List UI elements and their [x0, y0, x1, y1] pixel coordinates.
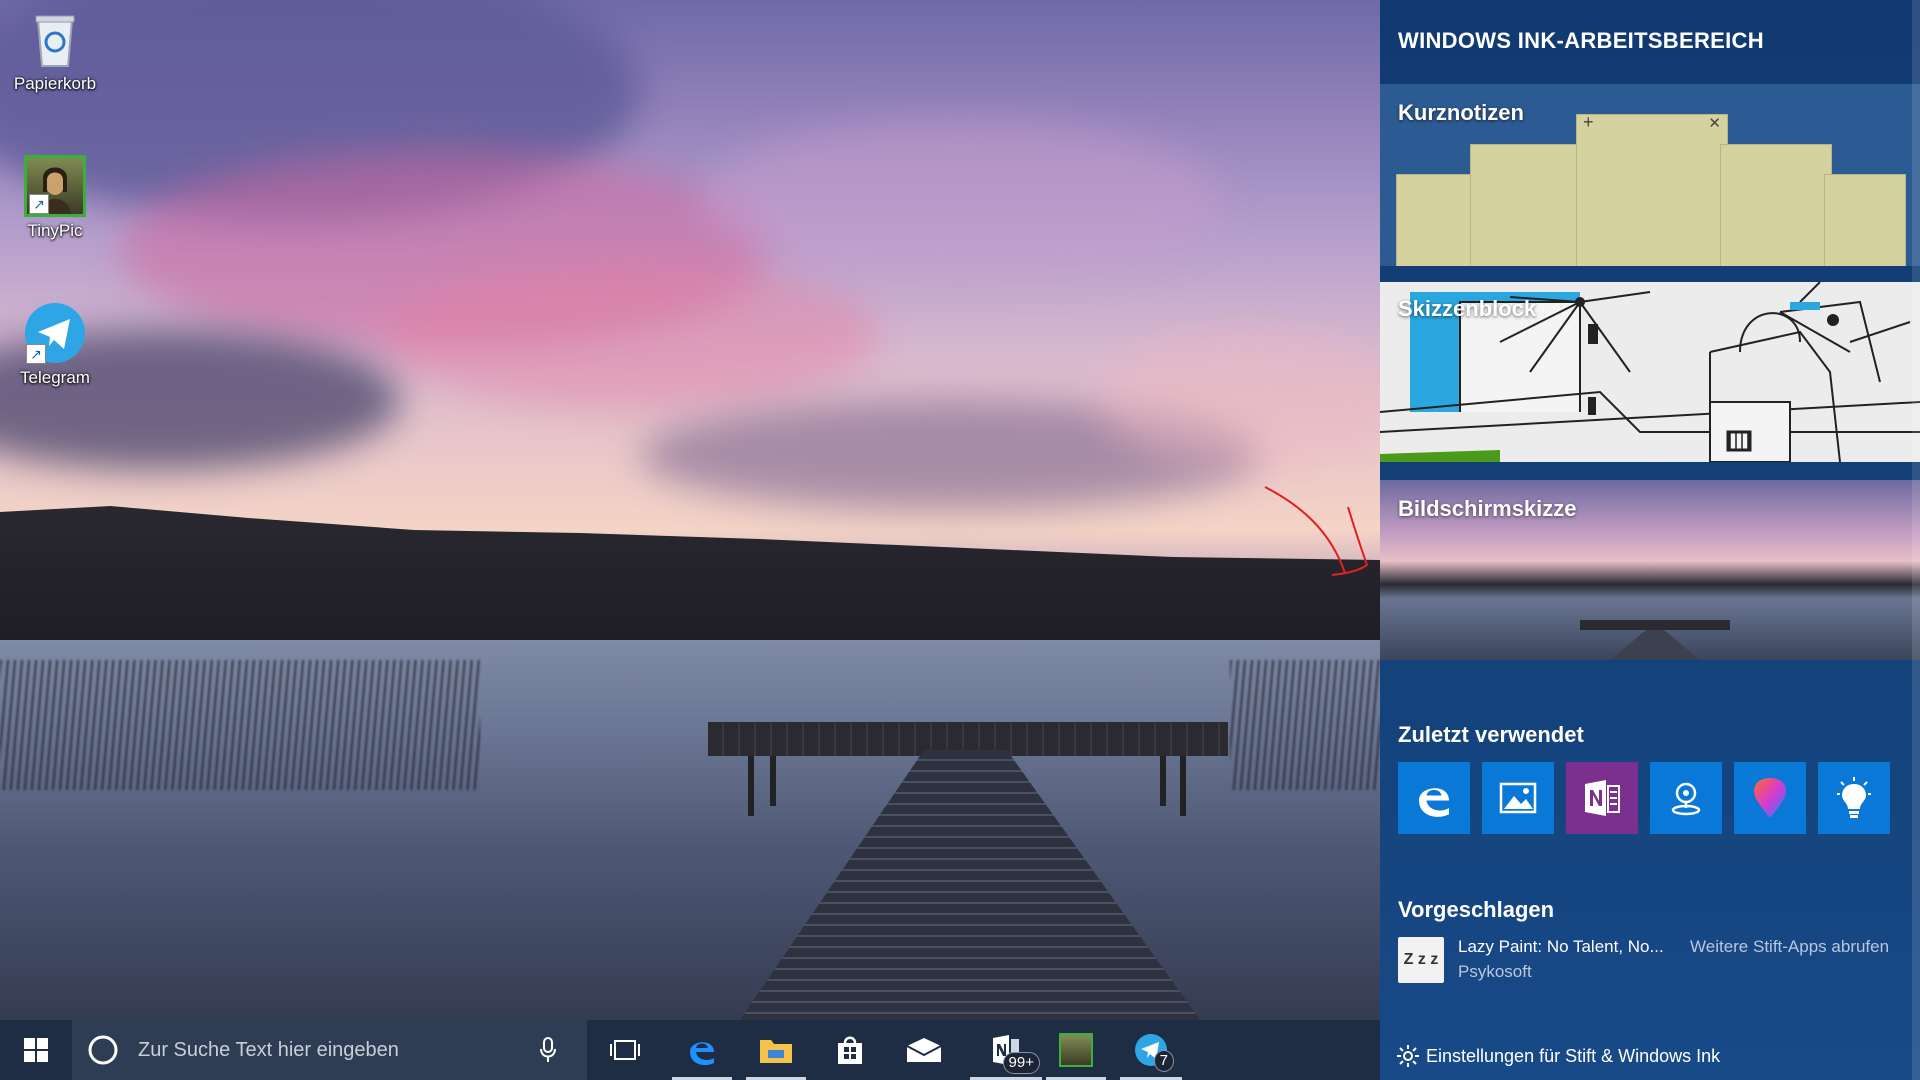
desktop-icon-tinypic[interactable]: ↗ TinyPic — [5, 155, 105, 241]
cloud — [380, 260, 880, 410]
pier-leg — [770, 756, 776, 806]
telegram-icon: ↗ — [24, 302, 86, 364]
taskbar-mail[interactable] — [894, 1020, 954, 1080]
cloud — [1100, 330, 1380, 470]
notification-badge: 7 — [1153, 1050, 1174, 1072]
maps-icon — [1671, 782, 1701, 816]
reeds-right — [1230, 660, 1380, 790]
more-pen-apps-link[interactable]: Weitere Stift-Apps abrufen — [1690, 937, 1889, 957]
desktop-icon-telegram[interactable]: ↗ Telegram — [5, 302, 105, 388]
tile-label: Bildschirmskizze — [1398, 496, 1577, 521]
start-button[interactable] — [0, 1020, 72, 1080]
recent-section-title: Zuletzt verwendet — [1398, 722, 1584, 747]
task-view-icon — [610, 1040, 640, 1060]
taskbar-onenote[interactable]: 99+ — [970, 1020, 1042, 1080]
taskbar-store[interactable] — [820, 1020, 880, 1080]
windows-logo-icon — [24, 1038, 48, 1062]
desktop-icon-label: Telegram — [20, 368, 90, 387]
screen-sketch-pier — [1580, 620, 1730, 630]
store-bag-icon — [838, 1036, 862, 1064]
photos-icon — [1499, 782, 1537, 814]
reeds-left — [0, 660, 480, 790]
sticky-note — [1720, 144, 1832, 266]
tile-sticky-notes[interactable]: Kurznotizen + ✕ — [1380, 84, 1920, 266]
cloud — [700, 120, 1220, 280]
sticky-note — [1396, 174, 1478, 266]
taskbar-file-explorer[interactable] — [746, 1020, 806, 1080]
onenote-icon — [1585, 780, 1620, 816]
gear-icon — [1397, 1045, 1419, 1067]
recent-app-maps[interactable] — [1650, 762, 1722, 834]
tile-label: Kurznotizen — [1398, 100, 1524, 125]
pier-leg — [1160, 756, 1166, 806]
panel-scrollbar[interactable] — [1912, 0, 1920, 1080]
recent-app-tips[interactable] — [1818, 762, 1890, 834]
suggestion-publisher: Psykosoft — [1458, 962, 1532, 981]
pen-settings-link[interactable]: Einstellungen für Stift & Windows Ink — [1396, 1044, 1720, 1068]
tips-bulb-icon — [1837, 777, 1871, 818]
edge-icon — [690, 1042, 714, 1066]
recent-app-onenote[interactable] — [1566, 762, 1638, 834]
desktop-icon-label: Papierkorb — [13, 74, 97, 93]
mail-icon — [906, 1038, 942, 1062]
suggested-section-title: Vorgeschlagen — [1398, 897, 1555, 922]
folder-icon — [760, 1040, 792, 1063]
tile-sketchpad[interactable]: Skizzenblock — [1380, 282, 1920, 462]
desktop — [0, 0, 1380, 1020]
pier-leg — [748, 756, 754, 816]
taskbar-edge[interactable] — [672, 1020, 732, 1080]
lazy-paint-app-icon: Z z z — [1398, 937, 1444, 983]
ink-arrow-annotation — [1264, 486, 1369, 576]
pen-settings-label: Einstellungen für Stift & Windows Ink — [1426, 1045, 1721, 1066]
suggestion-name: Lazy Paint: No Talent, No... — [1458, 937, 1664, 956]
cortana-icon — [88, 1035, 118, 1065]
task-view-button[interactable] — [595, 1020, 655, 1080]
paint3d-icon — [1754, 778, 1786, 818]
screen-sketch-walkway — [1610, 630, 1700, 660]
add-note-icon: + — [1583, 112, 1594, 132]
shortcut-arrow-icon: ↗ — [29, 194, 49, 214]
recycle-bin-icon — [24, 8, 86, 70]
lazy-paint-icon-text: Z z z — [1403, 951, 1439, 968]
recent-app-paint3d[interactable] — [1734, 762, 1806, 834]
close-note-icon: ✕ — [1708, 115, 1721, 132]
taskbar: Zur Suche Text hier eingeben 99+ 7 — [0, 1020, 1380, 1080]
taskbar-tinypic[interactable] — [1046, 1020, 1106, 1080]
pier-leg — [1180, 756, 1186, 816]
sticky-note — [1470, 144, 1582, 266]
tile-screen-sketch[interactable]: Bildschirmskizze — [1380, 480, 1920, 660]
sticky-note: + ✕ — [1576, 112, 1728, 266]
ink-workspace-panel: WINDOWS INK-ARBEITSBEREICH Kurznotizen +… — [1380, 0, 1920, 1080]
recent-app-photos[interactable] — [1482, 762, 1554, 834]
shortcut-arrow-icon: ↗ — [26, 344, 46, 364]
tile-label: Skizzenblock — [1398, 296, 1537, 321]
tinypic-icon: ↗ — [24, 155, 86, 217]
edge-icon — [1419, 788, 1449, 817]
search-placeholder: Zur Suche Text hier eingeben — [138, 1038, 399, 1061]
desktop-icon-label: TinyPic — [27, 221, 83, 240]
microphone-icon[interactable] — [539, 1037, 557, 1063]
sticky-note — [1824, 174, 1906, 266]
search-box[interactable]: Zur Suche Text hier eingeben — [72, 1020, 587, 1080]
notification-badge: 99+ — [1002, 1052, 1040, 1074]
desktop-icon-recycle-bin[interactable]: Papierkorb — [5, 8, 105, 94]
panel-title: WINDOWS INK-ARBEITSBEREICH — [1398, 28, 1764, 53]
taskbar-telegram[interactable]: 7 — [1120, 1020, 1182, 1080]
recent-app-edge[interactable] — [1398, 762, 1470, 834]
hills — [0, 506, 1380, 650]
tinypic-taskbar-icon — [1059, 1033, 1093, 1067]
